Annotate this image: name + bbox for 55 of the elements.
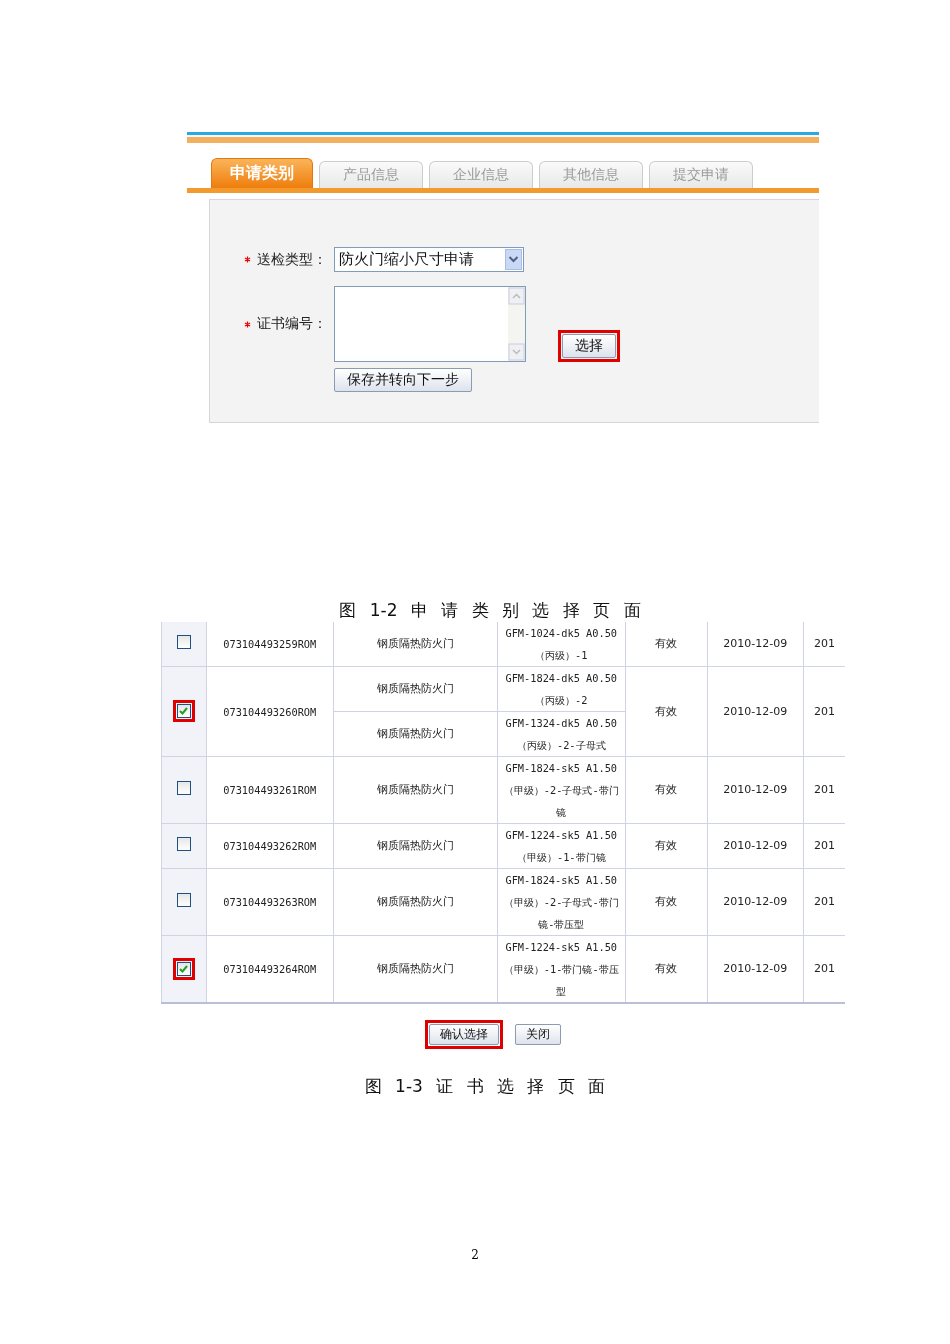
page-number: 2: [471, 1248, 479, 1262]
select-button[interactable]: 选择: [562, 334, 616, 358]
table-cell: 钢质隔热防火门: [333, 935, 498, 1003]
table-cell: 有效: [625, 756, 708, 824]
checkbox[interactable]: [176, 781, 191, 795]
table-cell: 钢质隔热防火门: [333, 622, 498, 667]
table-cell: 201: [803, 935, 846, 1003]
table-cell: 073104493263ROM: [206, 868, 334, 936]
dropdown-icon: [505, 249, 522, 270]
table-cell: 201: [803, 622, 846, 667]
table-cell: 钢质隔热防火门: [333, 666, 498, 712]
checkbox[interactable]: [176, 893, 191, 907]
save-button[interactable]: 保存并转向下一步: [334, 368, 472, 392]
field-label: 证书编号：: [257, 315, 327, 333]
table-cell: 钢质隔热防火门: [333, 823, 498, 869]
table-cell: 073104493261ROM: [206, 756, 334, 824]
table-cell: 073104493259ROM: [206, 622, 334, 667]
input-field[interactable]: [334, 286, 526, 362]
table-cell: 073104493264ROM: [206, 935, 334, 1003]
field-label: 送检类型：: [257, 250, 327, 269]
table-cell: 2010-12-09: [707, 622, 804, 667]
scrollbar-icon: [508, 287, 525, 361]
figure-caption: 图 1-3 证 书 选 择 页 面: [364, 1075, 606, 1098]
table-cell: 2010-12-09: [707, 823, 804, 869]
checkbox[interactable]: [176, 635, 191, 649]
table-cell: 201: [803, 823, 846, 869]
table-cell: 有效: [625, 823, 708, 869]
table-cell: 2010-12-09: [707, 868, 804, 936]
figure-caption: 图 1-2 申 请 类 别 选 择 页 面: [339, 599, 641, 622]
table-cell: GFM-1824-sk5 A1.50（甲级）-2-子母式-带门镜: [497, 756, 626, 824]
table-cell: 201: [803, 666, 846, 757]
table-cell: 钢质隔热防火门: [333, 711, 498, 757]
table-cell: 有效: [625, 935, 708, 1003]
table-cell: 073104493262ROM: [206, 823, 334, 869]
table-cell: 201: [803, 756, 846, 824]
table-cell: 有效: [625, 666, 708, 757]
table-cell: 钢质隔热防火门: [333, 868, 498, 936]
table-cell: 2010-12-09: [707, 935, 804, 1003]
table-cell: GFM-1824-dk5 A0.50（丙级）-2: [497, 666, 626, 712]
table-cell: GFM-1824-sk5 A1.50（甲级）-2-子母式-带门镜-带压型: [497, 868, 626, 936]
table-cell: 钢质隔热防火门: [333, 756, 498, 824]
table-cell: GFM-1224-sk5 A1.50（甲级）-1-带门镜-带压型: [497, 935, 626, 1003]
table-cell: GFM-1024-dk5 A0.50（丙级）-1: [497, 622, 626, 667]
table-cell: 073104493260ROM: [206, 666, 334, 757]
dialog-button[interactable]: 确认选择: [429, 1024, 499, 1045]
table-cell: GFM-1224-sk5 A1.50（甲级）-1-带门镜: [497, 823, 626, 869]
table-cell: 201: [803, 868, 846, 936]
table-cell: 2010-12-09: [707, 666, 804, 757]
dialog-button[interactable]: 关闭: [515, 1024, 561, 1045]
table-cell: GFM-1324-dk5 A0.50（丙级）-2-子母式: [497, 711, 626, 757]
table-cell: 2010-12-09: [707, 756, 804, 824]
table-cell: 有效: [625, 868, 708, 936]
select-field[interactable]: 防火门缩小尺寸申请: [334, 247, 524, 272]
checkbox[interactable]: [176, 837, 191, 851]
table-cell: 有效: [625, 622, 708, 667]
